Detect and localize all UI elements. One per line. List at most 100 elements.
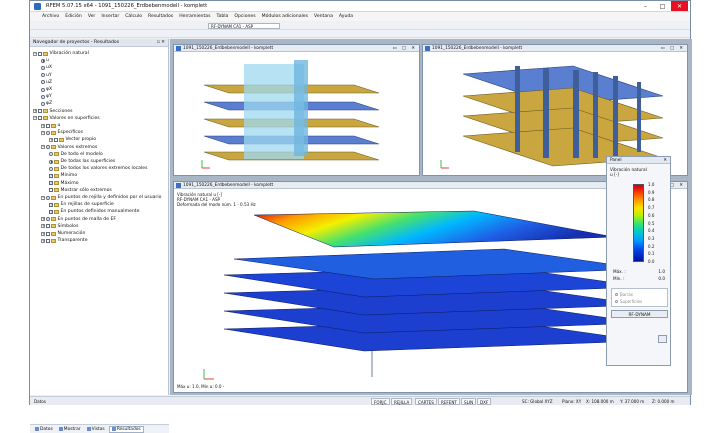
- expand-toggle-icon[interactable]: +: [41, 217, 45, 222]
- checkbox[interactable]: ✓: [49, 202, 53, 207]
- tree-item[interactable]: uX: [41, 64, 52, 71]
- checkbox[interactable]: [46, 224, 50, 229]
- checkbox[interactable]: ✓: [49, 209, 53, 214]
- model-view-front[interactable]: [174, 52, 419, 175]
- tree-item[interactable]: De todo el modelo: [49, 151, 103, 158]
- radio-button[interactable]: [49, 152, 53, 157]
- tree-item[interactable]: − Valores en superficies: [33, 115, 100, 122]
- radio-button[interactable]: [41, 94, 45, 99]
- expand-toggle-icon[interactable]: +: [41, 123, 45, 128]
- option-surfaces[interactable]: Superficies: [615, 299, 642, 304]
- tree-item[interactable]: De todos los valores extremos locales: [49, 165, 148, 172]
- tree-item[interactable]: ✓ En puntos definidos manualmente: [49, 208, 139, 215]
- radio-button[interactable]: [46, 145, 50, 150]
- expand-toggle-icon[interactable]: −: [33, 51, 37, 56]
- tab-vistas[interactable]: Vistas: [85, 427, 107, 432]
- tree-item[interactable]: − Específicos: [41, 129, 83, 136]
- close-button[interactable]: ✕: [671, 1, 688, 11]
- menu-archivo[interactable]: Archivo: [42, 14, 59, 19]
- expand-toggle-icon[interactable]: +: [33, 109, 37, 114]
- view-window-1[interactable]: 1091_150226_Erdbebenmodell - komplett ▭ □…: [173, 44, 420, 176]
- tree-item[interactable]: − En puntos de rejilla y definidos por el…: [41, 194, 161, 201]
- window-buttons[interactable]: ▭ □ ✕: [661, 45, 685, 52]
- menu-modulos[interactable]: Módulos adicionales: [262, 14, 308, 19]
- tree-item[interactable]: + Secciones: [33, 108, 73, 115]
- radio-button[interactable]: [41, 65, 45, 70]
- checkbox[interactable]: ✓: [49, 181, 53, 186]
- checkbox[interactable]: [49, 188, 53, 193]
- menu-tabla[interactable]: Tabla: [216, 14, 228, 19]
- tab-mostrar[interactable]: Mostrar: [57, 427, 83, 432]
- minimize-button[interactable]: –: [637, 1, 654, 11]
- expand-toggle-icon[interactable]: +: [49, 137, 53, 142]
- tab-datos[interactable]: Datos: [33, 427, 55, 432]
- radio-button[interactable]: [46, 195, 50, 200]
- tree-item[interactable]: − Valores extremos: [41, 144, 97, 151]
- menu-calculo[interactable]: Cálculo: [125, 14, 142, 19]
- maximize-button[interactable]: □: [654, 1, 671, 11]
- radio-button[interactable]: [49, 159, 53, 164]
- menu-ventana[interactable]: Ventana: [314, 14, 333, 19]
- tree-item[interactable]: + u: [41, 122, 60, 129]
- tree-item[interactable]: ✓ Mínimo: [49, 172, 77, 179]
- status-cartes[interactable]: CARTES: [415, 398, 437, 405]
- expand-toggle-icon[interactable]: −: [41, 145, 45, 150]
- tree-item[interactable]: + Vector propio: [49, 136, 96, 143]
- status-slin[interactable]: SLIN: [461, 398, 477, 405]
- rf-dynam-button[interactable]: RF-DYNAM: [611, 310, 668, 318]
- status-rejilla[interactable]: REJILLA: [391, 398, 413, 405]
- tree-item[interactable]: Mostrar sólo extremos: [49, 187, 112, 194]
- menu-ver[interactable]: Ver: [88, 14, 96, 19]
- expand-toggle-icon[interactable]: −: [41, 130, 45, 135]
- tree-item[interactable]: uY: [41, 72, 52, 79]
- expand-toggle-icon[interactable]: +: [41, 224, 45, 229]
- tree-item[interactable]: φZ: [41, 100, 52, 107]
- checkbox[interactable]: [38, 116, 42, 121]
- expand-toggle-icon[interactable]: −: [33, 116, 37, 121]
- tree-item[interactable]: ✓ En rejillas de superficie: [49, 201, 114, 208]
- menu-herramientas[interactable]: Herramientas: [179, 14, 210, 19]
- option-bars[interactable]: Barras: [615, 292, 633, 297]
- tree-item[interactable]: + Símbolos: [41, 223, 78, 230]
- window-buttons[interactable]: ▭ □ ✕: [393, 45, 417, 52]
- status-dxf[interactable]: DXF: [477, 398, 492, 405]
- menu-resultados[interactable]: Resultados: [148, 14, 173, 19]
- tree-item[interactable]: + Transparente: [41, 237, 88, 244]
- menu-opciones[interactable]: Opciones: [234, 14, 255, 19]
- checkbox[interactable]: ✓: [49, 173, 53, 178]
- tree-item[interactable]: De todas las superficies: [49, 158, 115, 165]
- status-forjc[interactable]: FORJC: [371, 398, 390, 405]
- radio-button[interactable]: [41, 101, 45, 106]
- expand-toggle-icon[interactable]: +: [41, 231, 45, 236]
- radio-button[interactable]: [41, 87, 45, 92]
- tab-resultados[interactable]: Resultados: [108, 425, 144, 433]
- panel-close-button[interactable]: ✕: [663, 157, 667, 164]
- tree-item[interactable]: + Numeración: [41, 230, 85, 237]
- tree-item[interactable]: uZ: [41, 79, 52, 86]
- menu-edicion[interactable]: Edición: [65, 14, 82, 19]
- radio-button[interactable]: [49, 166, 53, 171]
- checkbox[interactable]: [54, 137, 58, 142]
- expand-toggle-icon[interactable]: +: [41, 238, 45, 243]
- checkbox[interactable]: [46, 123, 50, 128]
- tree-item[interactable]: φX: [41, 86, 52, 93]
- navigator-pin-close[interactable]: ▫ ✕: [157, 39, 165, 47]
- tree-item[interactable]: u: [41, 57, 49, 64]
- checkbox[interactable]: [38, 109, 42, 114]
- menu-ayuda[interactable]: Ayuda: [339, 14, 353, 19]
- checkbox[interactable]: [46, 231, 50, 236]
- expand-toggle-icon[interactable]: −: [41, 195, 45, 200]
- checkbox[interactable]: [38, 51, 42, 56]
- radio-button[interactable]: [46, 130, 50, 135]
- status-refent[interactable]: REFENT: [438, 398, 460, 405]
- tree-item[interactable]: φY: [41, 93, 52, 100]
- tree-item[interactable]: − Vibración natural: [33, 50, 89, 57]
- menu-insertar[interactable]: Insertar: [101, 14, 119, 19]
- checkbox[interactable]: [46, 238, 50, 243]
- radio-button[interactable]: [41, 80, 45, 85]
- panel-settings-button[interactable]: [658, 335, 667, 343]
- radio-button[interactable]: [41, 58, 45, 63]
- color-scale-bar[interactable]: [633, 184, 644, 262]
- radio-button[interactable]: [46, 217, 50, 222]
- radio-button[interactable]: [41, 73, 45, 78]
